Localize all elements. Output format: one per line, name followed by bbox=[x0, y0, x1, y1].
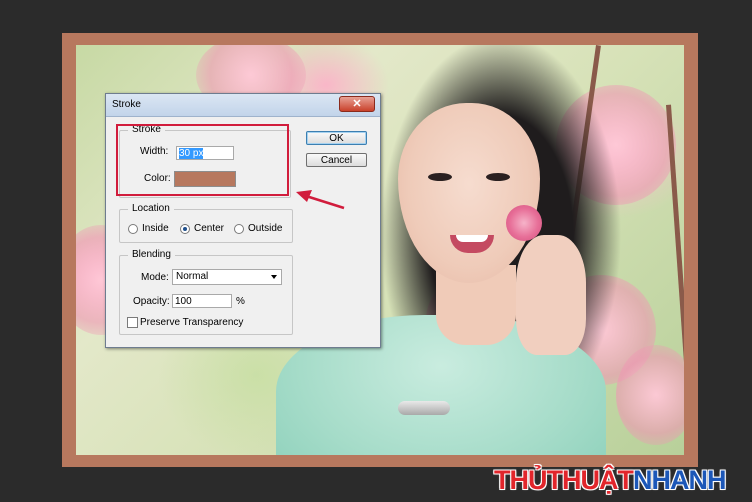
preserve-transparency-label[interactable]: Preserve Transparency bbox=[140, 317, 243, 328]
watermark-logo: THỦTHUẬTNHANH bbox=[494, 463, 744, 497]
blossom bbox=[616, 345, 684, 445]
opacity-unit: % bbox=[236, 296, 245, 307]
center-label[interactable]: Center bbox=[194, 223, 224, 234]
preserve-transparency-checkbox[interactable] bbox=[127, 317, 138, 328]
dialog-title: Stroke bbox=[112, 99, 141, 110]
annotation-highlight-box bbox=[116, 124, 289, 196]
blending-legend: Blending bbox=[128, 249, 175, 260]
annotation-arrow-icon bbox=[296, 190, 345, 210]
bracelet bbox=[398, 401, 450, 415]
smile bbox=[450, 235, 494, 253]
mode-label: Mode: bbox=[141, 272, 169, 283]
opacity-label: Opacity: bbox=[133, 296, 170, 307]
outside-label[interactable]: Outside bbox=[248, 223, 282, 234]
watermark-part1: THỦTHUẬT bbox=[494, 465, 634, 495]
hand bbox=[516, 235, 586, 355]
location-group: Location Inside Center Outside bbox=[119, 203, 293, 243]
opacity-value: 100 bbox=[175, 296, 192, 307]
flower bbox=[506, 205, 542, 241]
inside-label[interactable]: Inside bbox=[142, 223, 169, 234]
center-radio[interactable] bbox=[180, 224, 190, 234]
mode-value: Normal bbox=[176, 271, 209, 282]
eye bbox=[428, 173, 452, 181]
eye bbox=[486, 173, 510, 181]
close-icon: ✕ bbox=[352, 98, 362, 110]
inside-radio[interactable] bbox=[128, 224, 138, 234]
dropdown-arrow-icon bbox=[271, 275, 277, 279]
ok-button[interactable]: OK bbox=[306, 131, 367, 145]
cancel-button[interactable]: Cancel bbox=[306, 153, 367, 167]
mode-select[interactable]: Normal bbox=[172, 269, 282, 285]
close-button[interactable]: ✕ bbox=[339, 96, 375, 112]
dialog-titlebar[interactable]: Stroke ✕ bbox=[106, 94, 380, 117]
opacity-input[interactable]: 100 bbox=[172, 294, 232, 308]
watermark-part2: NHANH bbox=[632, 465, 726, 495]
outside-radio[interactable] bbox=[234, 224, 244, 234]
blending-group: Blending Mode: Normal Opacity: 100 % Pre… bbox=[119, 249, 293, 335]
location-legend: Location bbox=[128, 203, 174, 214]
